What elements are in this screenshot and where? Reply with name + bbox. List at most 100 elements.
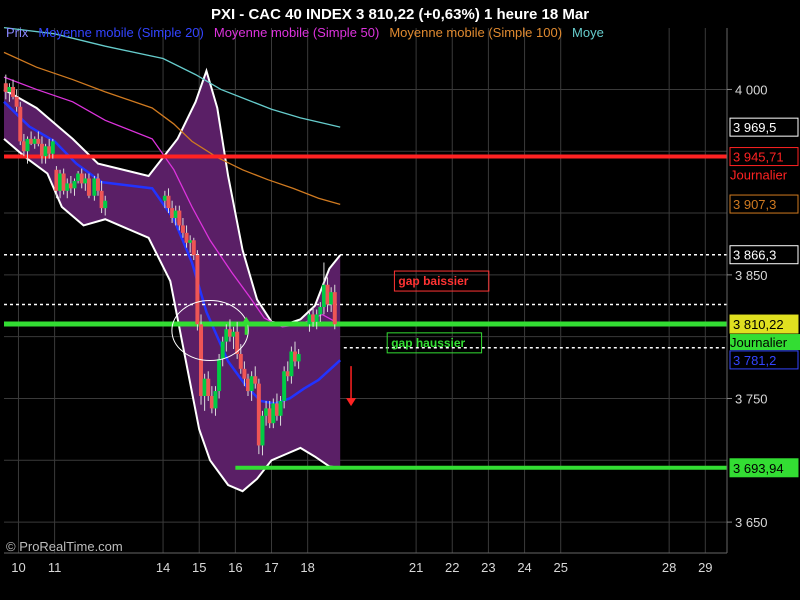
candle-body bbox=[29, 138, 34, 144]
watermark: © ProRealTime.com bbox=[6, 539, 123, 554]
candle-body bbox=[246, 378, 251, 392]
y-tick-label: 3 650 bbox=[735, 515, 768, 530]
candle-body bbox=[173, 210, 178, 219]
x-tick-label: 16 bbox=[228, 560, 242, 575]
x-tick-label: 15 bbox=[192, 560, 206, 575]
candle-body bbox=[92, 178, 97, 196]
candle-body bbox=[25, 138, 30, 152]
candle-body bbox=[195, 255, 200, 325]
candle-body bbox=[39, 143, 44, 157]
candle-body bbox=[68, 183, 73, 189]
x-tick-label: 24 bbox=[517, 560, 531, 575]
candle-body bbox=[202, 378, 207, 397]
y-tick-label: 3 750 bbox=[735, 391, 768, 406]
candle-body bbox=[86, 178, 91, 196]
candle-body bbox=[282, 371, 287, 401]
candle-body bbox=[296, 353, 301, 362]
candle-body bbox=[227, 329, 232, 337]
x-tick-label: 11 bbox=[48, 560, 62, 575]
x-tick-label: 25 bbox=[553, 560, 567, 575]
x-tick-label: 18 bbox=[300, 560, 314, 575]
candle-body bbox=[103, 200, 108, 209]
x-tick-label: 17 bbox=[264, 560, 278, 575]
candle-body bbox=[72, 180, 77, 189]
price-box-label: 3 945,71 bbox=[733, 150, 784, 165]
candle-body bbox=[65, 183, 70, 191]
x-tick-label: 21 bbox=[409, 560, 423, 575]
candle-body bbox=[166, 195, 171, 209]
candle-body bbox=[21, 141, 26, 152]
chart-title: PXI - CAC 40 INDEX 3 810,22 (+0,63%) 1 h… bbox=[211, 6, 589, 23]
candle-body bbox=[58, 173, 63, 191]
candle-body bbox=[307, 314, 312, 325]
candle-body bbox=[43, 146, 48, 157]
x-tick-label: 14 bbox=[156, 560, 170, 575]
candle-body bbox=[267, 408, 272, 424]
candle-body bbox=[209, 396, 214, 409]
candle-body bbox=[318, 307, 323, 315]
x-tick-label: 29 bbox=[698, 560, 712, 575]
candle-body bbox=[311, 314, 316, 322]
candle-body bbox=[177, 210, 182, 226]
journalier-green-label: Journalier bbox=[730, 335, 788, 350]
candle-body bbox=[220, 341, 225, 359]
candle-body bbox=[14, 96, 19, 107]
candle-body bbox=[61, 173, 66, 191]
candle-body bbox=[231, 331, 236, 337]
price-box-label: 3 810,22 bbox=[733, 317, 784, 332]
candle-body bbox=[18, 106, 23, 142]
legend-item: Prix bbox=[6, 25, 29, 40]
candle-body bbox=[325, 284, 330, 305]
legend-item: Moye bbox=[572, 25, 604, 40]
candle-body bbox=[293, 351, 298, 362]
candle-body bbox=[36, 138, 41, 144]
candle-body bbox=[217, 358, 222, 392]
candle-body bbox=[47, 146, 52, 154]
candle-body bbox=[83, 178, 88, 184]
legend-item: Moyenne mobile (Simple 100) bbox=[389, 25, 562, 40]
legend-item: Moyenne mobile (Simple 50) bbox=[214, 25, 379, 40]
price-box-label: 3 693,94 bbox=[733, 461, 784, 476]
candle-body bbox=[180, 225, 185, 233]
legend-item: Moyenne mobile (Simple 20) bbox=[38, 25, 203, 40]
candle-body bbox=[76, 173, 81, 181]
candle-body bbox=[289, 351, 294, 377]
candle-body bbox=[95, 178, 100, 191]
price-chart: gap baissier gap haussier 10 11 14 15 16 17 18 2… bbox=[0, 0, 800, 600]
price-box-label: 3 866,3 bbox=[733, 248, 776, 263]
candle-body bbox=[242, 368, 247, 379]
candle-body bbox=[99, 190, 104, 209]
candle-body bbox=[274, 403, 279, 416]
y-tick-label: 4 000 bbox=[735, 82, 768, 97]
candle-body bbox=[3, 83, 8, 92]
price-box-label: 3 969,5 bbox=[733, 120, 776, 135]
candle-body bbox=[170, 208, 175, 219]
candle-body bbox=[184, 232, 189, 243]
candle-body bbox=[260, 415, 265, 446]
x-tick-label: 23 bbox=[481, 560, 495, 575]
legend: Prix Moyenne mobile (Simple 20) Moyenne mo… bbox=[6, 25, 604, 40]
x-tick-label: 10 bbox=[11, 560, 25, 575]
price-box-label: 3 907,3 bbox=[733, 197, 776, 212]
candle-body bbox=[32, 138, 37, 144]
candle-body bbox=[271, 403, 276, 424]
candle-body bbox=[11, 86, 16, 97]
candle-body bbox=[54, 169, 59, 191]
candle-body bbox=[264, 408, 269, 416]
chart-background bbox=[0, 0, 800, 600]
candle-body bbox=[188, 240, 193, 243]
x-tick-label: 22 bbox=[445, 560, 459, 575]
candle-body bbox=[206, 378, 211, 397]
candle-body bbox=[332, 292, 337, 325]
price-box-sub: Journalier bbox=[730, 168, 788, 183]
candle-body bbox=[256, 383, 261, 446]
y-tick-label: 3 850 bbox=[735, 268, 768, 283]
candle-body bbox=[224, 329, 229, 342]
candle-body bbox=[285, 371, 290, 377]
candle-body bbox=[314, 314, 319, 322]
candle-body bbox=[50, 141, 55, 154]
candle-body bbox=[329, 292, 334, 305]
x-tick-label: 28 bbox=[662, 560, 676, 575]
candle-body bbox=[213, 391, 218, 409]
price-box-label: 3 781,2 bbox=[733, 353, 776, 368]
